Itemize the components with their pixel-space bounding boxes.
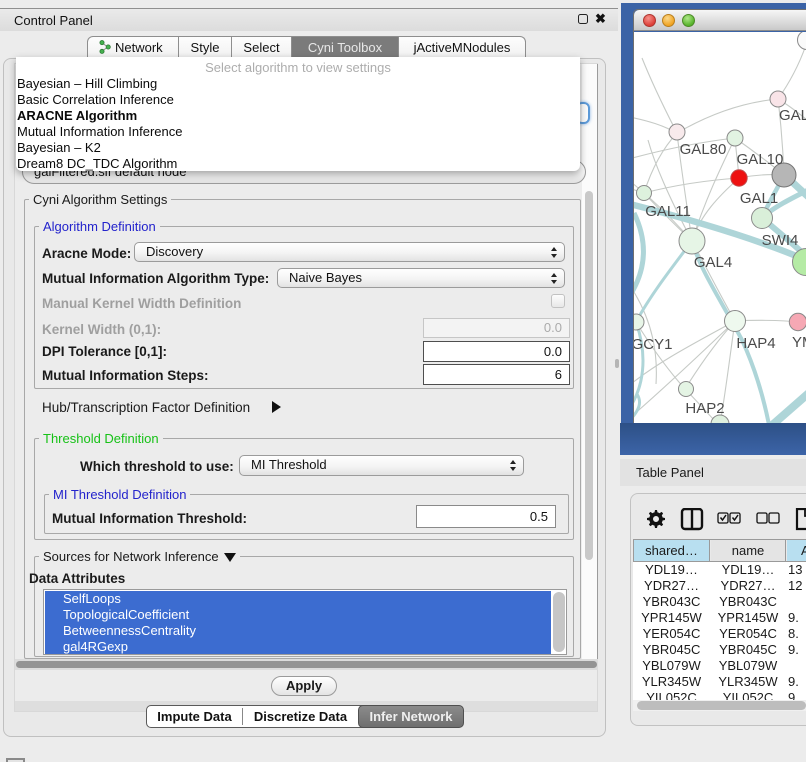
svg-text:HAP4: HAP4 xyxy=(736,335,775,352)
svg-text:HAP2: HAP2 xyxy=(685,400,724,417)
svg-text:GAL7: GAL7 xyxy=(779,107,806,124)
svg-text:SWI4: SWI4 xyxy=(762,232,799,249)
svg-text:GAL4: GAL4 xyxy=(694,254,732,271)
svg-text:GAL80: GAL80 xyxy=(680,141,727,158)
svg-text:GAL1: GAL1 xyxy=(740,190,778,207)
svg-text:YM: YM xyxy=(792,334,806,351)
svg-text:GCY1: GCY1 xyxy=(634,336,672,353)
svg-text:GAL10: GAL10 xyxy=(737,151,784,168)
svg-text:GAL11: GAL11 xyxy=(645,203,691,220)
